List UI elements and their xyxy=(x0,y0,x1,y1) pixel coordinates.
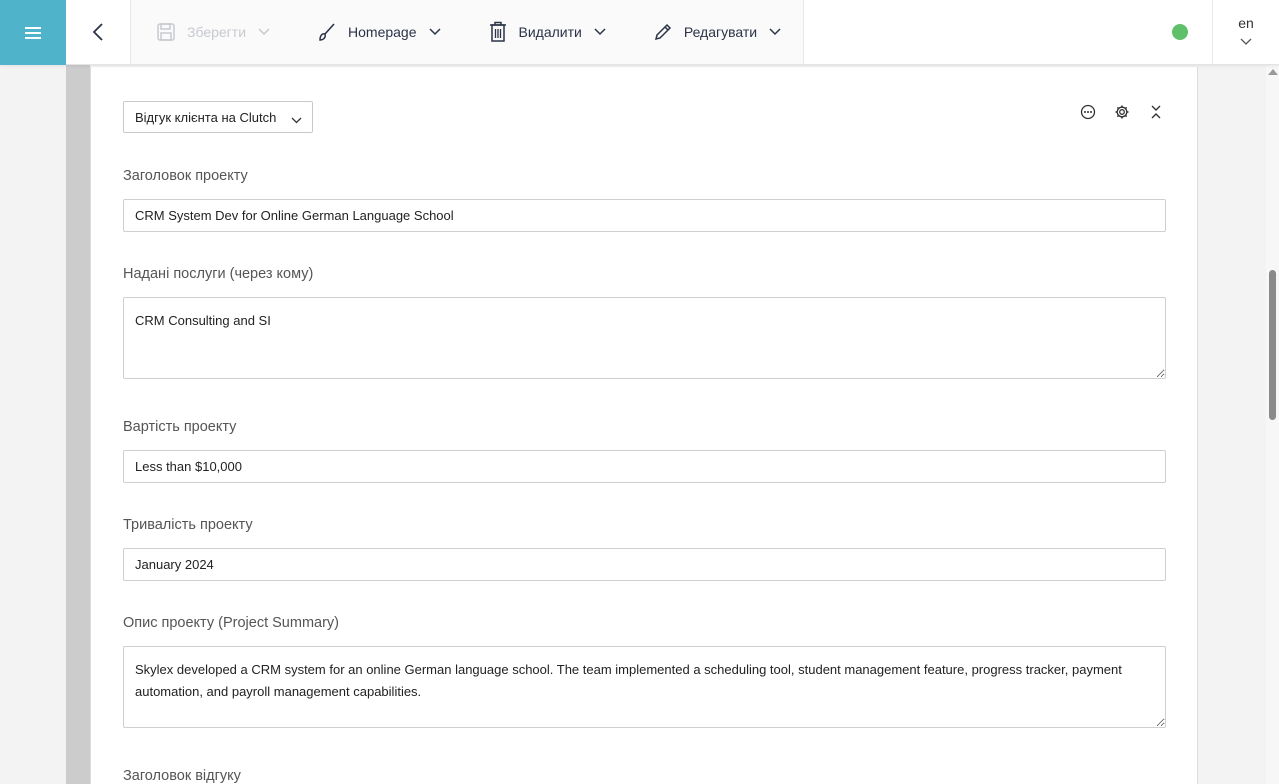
chevron-left-icon xyxy=(92,23,103,41)
left-gutter xyxy=(66,65,90,784)
block-settings-button[interactable] xyxy=(1111,101,1133,123)
more-icon xyxy=(1080,104,1096,120)
chevron-down-icon xyxy=(428,28,441,36)
summary-textarea[interactable]: Skylex developed a CRM system for an onl… xyxy=(123,646,1166,728)
block-tools xyxy=(1065,101,1167,123)
page-scrollbar[interactable] xyxy=(1266,65,1279,784)
project-title-input[interactable] xyxy=(123,199,1166,232)
chevron-down-icon xyxy=(1240,33,1252,49)
page-select-button[interactable]: Homepage xyxy=(316,21,441,43)
review-title-label: Заголовок відгуку xyxy=(123,768,241,784)
scroll-up-arrow-icon[interactable] xyxy=(1268,69,1278,75)
status-indicator xyxy=(1172,24,1188,40)
trash-icon xyxy=(487,21,509,43)
language-label: en xyxy=(1238,15,1254,31)
menu-button[interactable] xyxy=(0,0,66,65)
page-select-label: Homepage xyxy=(348,24,417,40)
top-toolbar: Зберегти Homepage Видалити Редагувати en xyxy=(0,0,1279,65)
save-button[interactable]: Зберегти xyxy=(155,21,270,43)
gear-icon xyxy=(1115,105,1129,119)
more-options-button[interactable] xyxy=(1077,101,1099,123)
action-bar: Зберегти Homepage Видалити Редагувати xyxy=(131,0,805,64)
chevron-down-icon xyxy=(258,28,270,36)
chevron-down-icon xyxy=(769,28,781,36)
content-block-panel: Відгук клієнта на Clutch Заголовок проек… xyxy=(90,67,1198,784)
delete-button[interactable]: Видалити xyxy=(487,21,606,43)
project-title-label: Заголовок проекту xyxy=(123,168,248,184)
chevron-down-icon xyxy=(594,28,606,36)
pencil-icon xyxy=(652,21,674,43)
block-type-value: Відгук клієнта на Clutch xyxy=(135,109,277,125)
save-button-label: Зберегти xyxy=(187,24,247,40)
summary-label: Опис проекту (Project Summary) xyxy=(123,615,339,631)
collapse-block-button[interactable] xyxy=(1145,101,1167,123)
hamburger-icon xyxy=(25,24,41,42)
duration-input[interactable] xyxy=(123,548,1166,581)
block-type-select[interactable]: Відгук клієнта на Clutch xyxy=(123,101,313,133)
cost-label: Вартість проекту xyxy=(123,419,237,435)
duration-label: Тривалість проекту xyxy=(123,517,253,533)
language-switcher[interactable]: en xyxy=(1213,0,1279,64)
brush-icon xyxy=(316,21,338,43)
scrollbar-thumb[interactable] xyxy=(1269,270,1276,420)
back-button[interactable] xyxy=(66,0,131,64)
edit-button-label: Редагувати xyxy=(683,24,758,40)
edit-button[interactable]: Редагувати xyxy=(652,21,781,43)
collapse-icon xyxy=(1151,105,1161,119)
delete-button-label: Видалити xyxy=(518,24,582,40)
status-area xyxy=(1172,0,1213,64)
chevron-down-icon xyxy=(291,112,302,127)
services-textarea[interactable]: CRM Consulting and SI xyxy=(123,297,1166,379)
save-icon xyxy=(155,21,177,43)
services-label: Надані послуги (через кому) xyxy=(123,266,314,282)
cost-input[interactable] xyxy=(123,450,1166,483)
